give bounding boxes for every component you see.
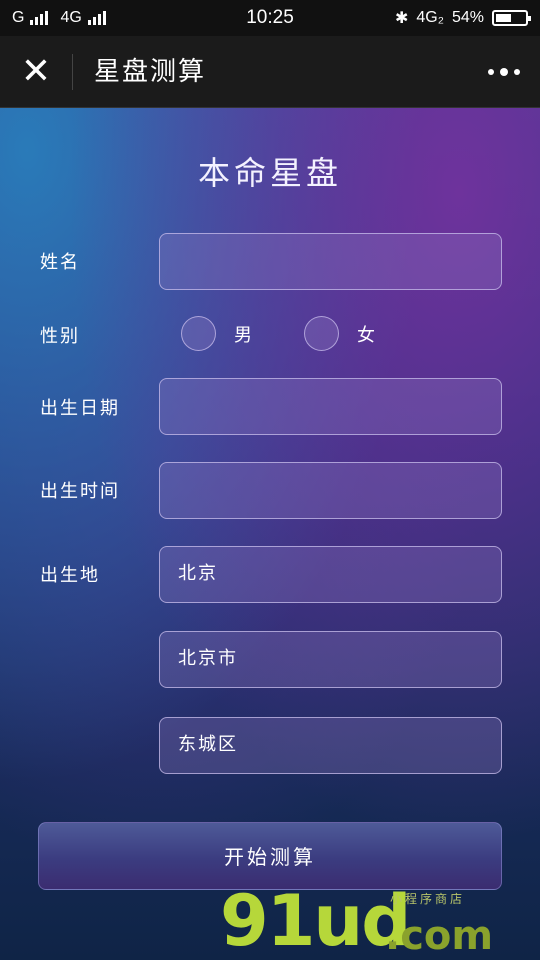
birth-time-label: 出生时间 [40, 481, 120, 502]
gender-male-radio[interactable] [181, 316, 216, 351]
battery-icon [492, 10, 531, 26]
title-bar: ✕ 星盘测算 [0, 36, 540, 108]
network-type: 4G₂ [416, 9, 444, 26]
name-label: 姓名 [40, 252, 80, 273]
page-heading: 本命星盘 [197, 154, 342, 192]
birth-place-label: 出生地 [40, 565, 100, 586]
close-icon[interactable]: ✕ [18, 54, 54, 90]
gender-label: 性别 [40, 326, 80, 347]
page-title-bar: 星盘测算 [94, 57, 207, 87]
birth-time-input[interactable] [159, 462, 502, 519]
gender-female-label: 女 [357, 325, 375, 346]
status-bar: G 4G 10:25 ✱ 4G₂ 54% [0, 0, 540, 36]
birth-date-label: 出生日期 [40, 398, 120, 419]
name-input[interactable] [159, 233, 502, 290]
gender-female-radio[interactable] [304, 316, 339, 351]
battery-percent: 54% [451, 9, 484, 26]
province-select[interactable]: 北京 [159, 546, 502, 603]
more-icon[interactable] [488, 62, 520, 82]
battery-fill [496, 14, 512, 22]
watermark: 91ud .com 小程序商店 [220, 880, 540, 960]
watermark-logo: 91ud [220, 880, 411, 960]
city-select[interactable]: 北京市 [159, 631, 502, 688]
bluetooth-icon: ✱ [395, 10, 409, 27]
watermark-sub: 小程序商店 [390, 892, 466, 906]
status-right: ✱ 4G₂ 54% [395, 8, 531, 28]
title-divider [72, 54, 73, 90]
birth-date-input[interactable] [159, 378, 502, 435]
gender-male-label: 男 [234, 325, 252, 346]
main-content: 本命星盘 姓名 性别 男 女 出生日期 出生时间 出生地 北京 北京市 东城区 … [0, 108, 540, 960]
district-select[interactable]: 东城区 [159, 717, 502, 774]
watermark-domain: .com [385, 913, 494, 959]
